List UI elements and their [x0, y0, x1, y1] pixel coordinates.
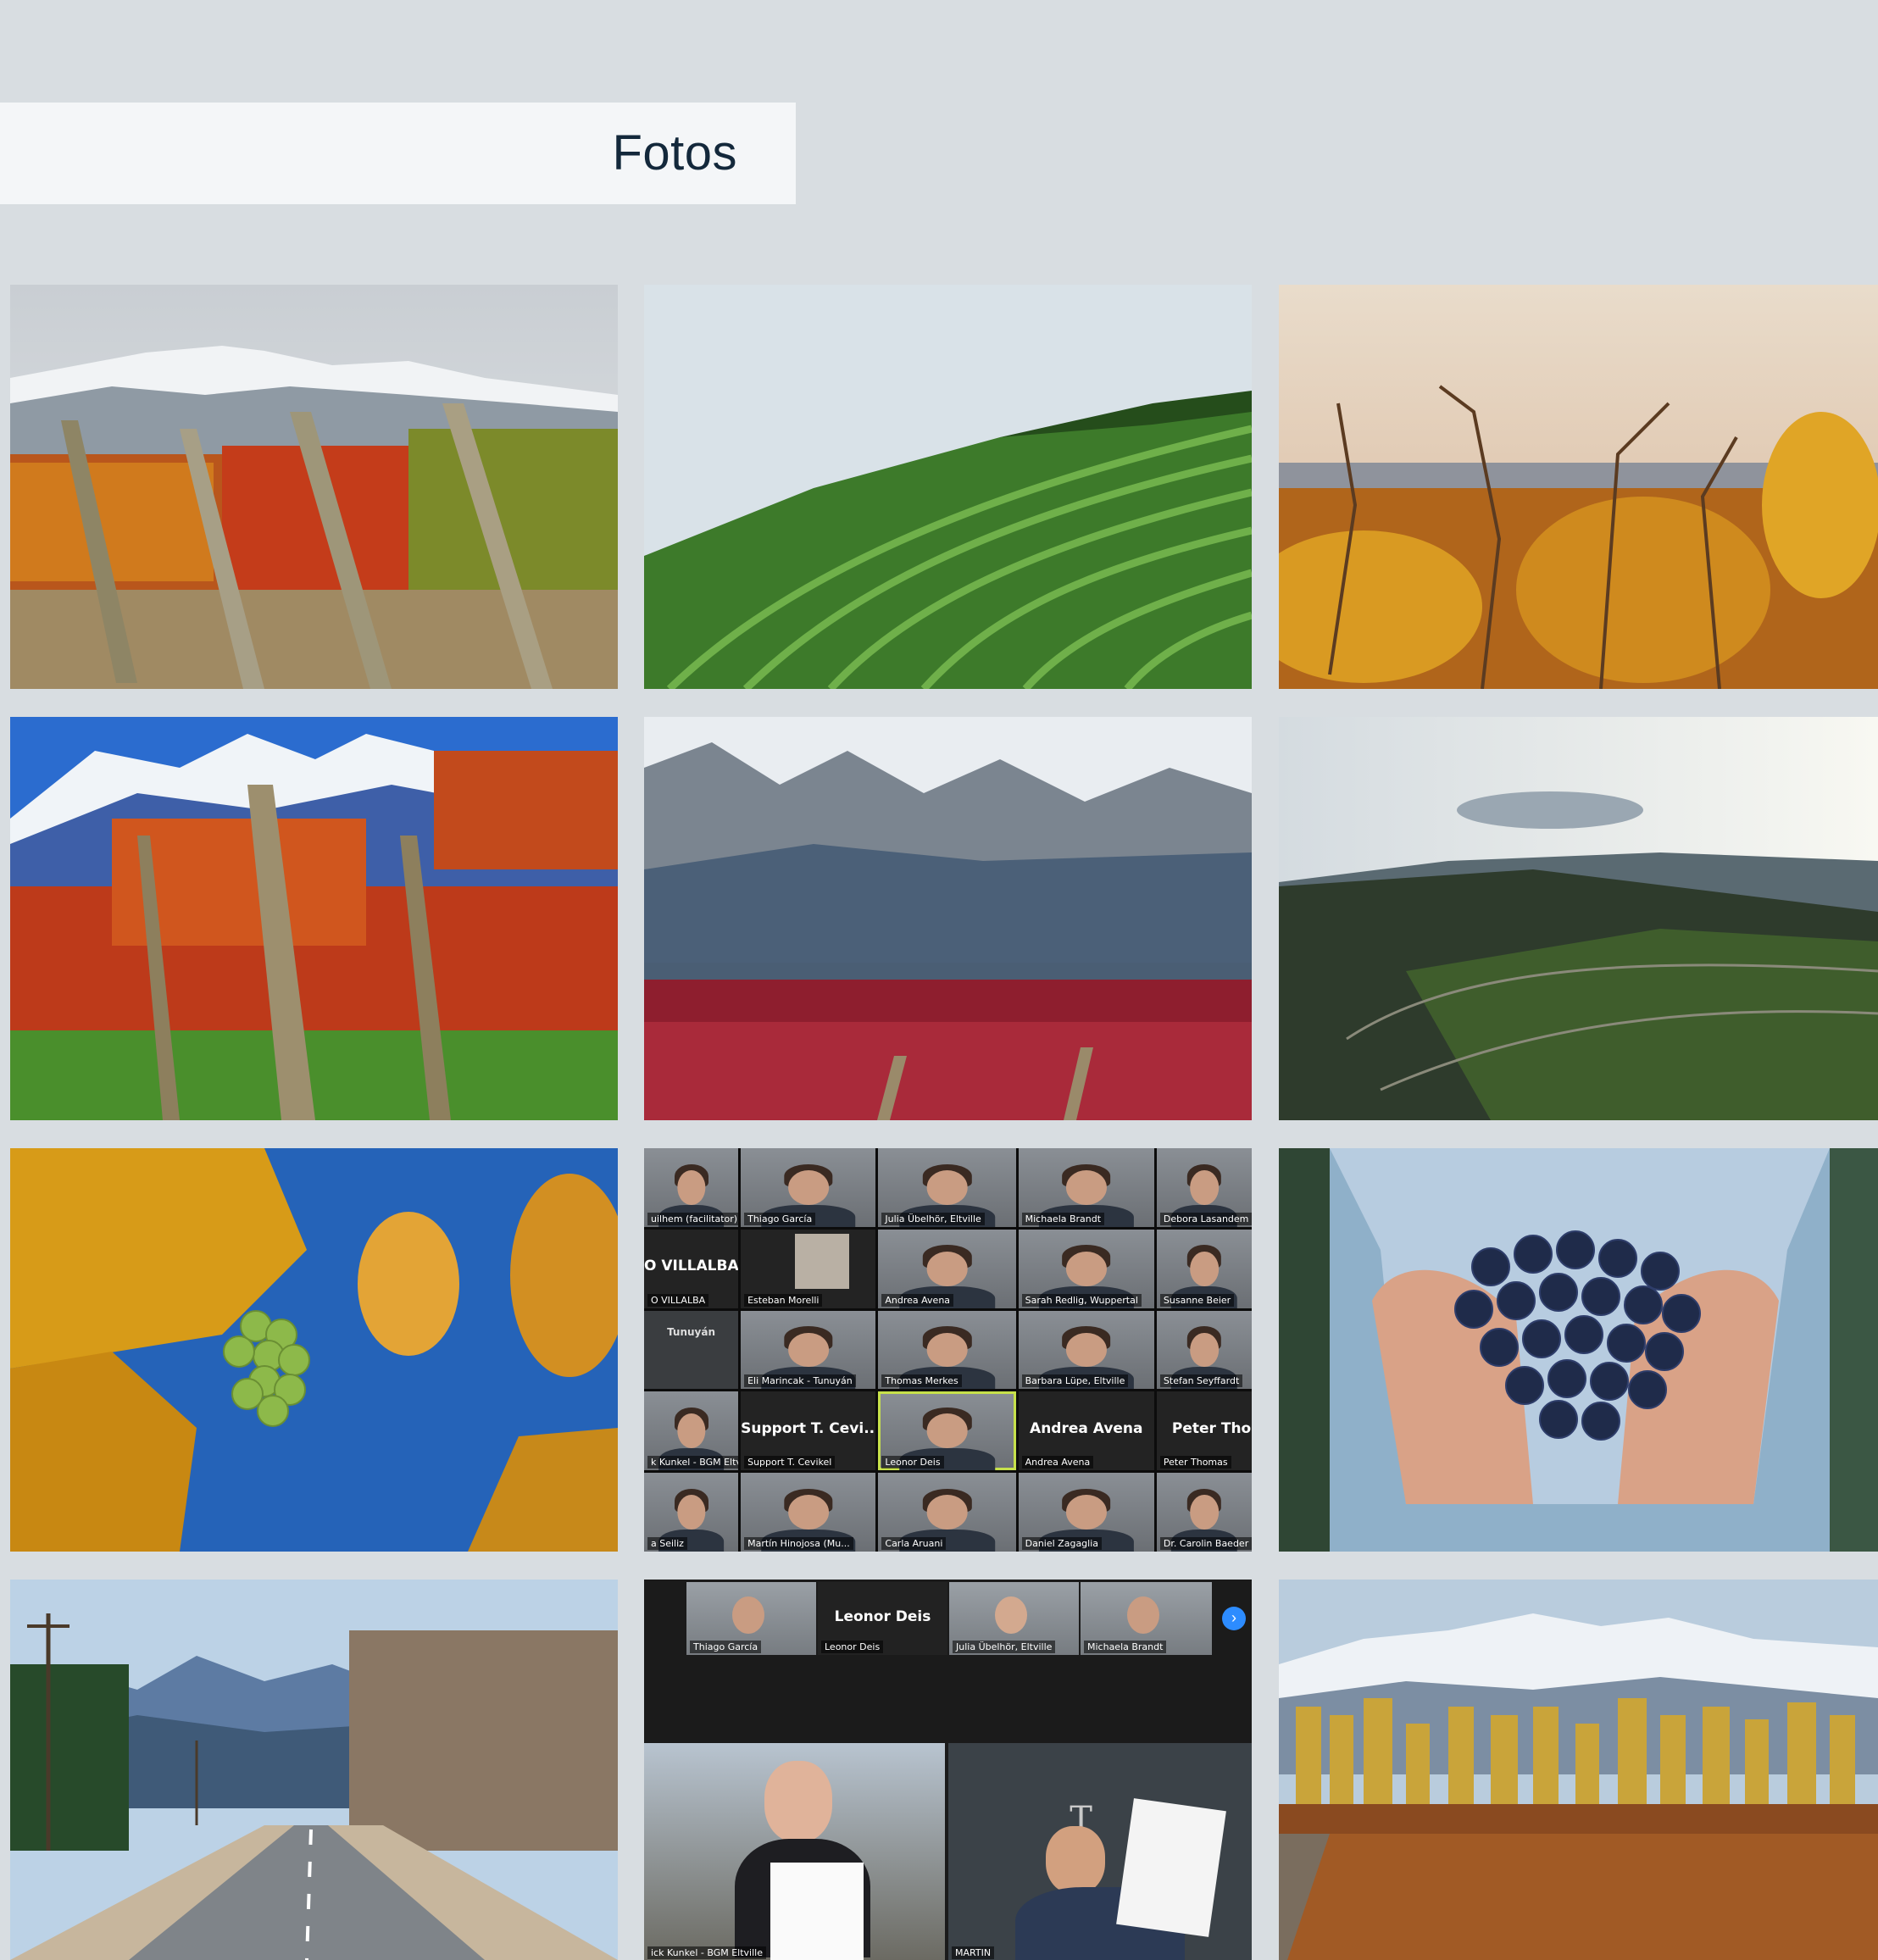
photo-green-vineyard-rows[interactable]: [644, 285, 1252, 689]
participant-name: Leonor Deis: [821, 1641, 884, 1653]
participant-name: Martín Hinojosa (Mu...: [744, 1537, 853, 1550]
photo-icon: [10, 1148, 618, 1552]
photo-snowy-mountains-red-vineyard[interactable]: [644, 717, 1252, 1120]
photo-icon: [644, 717, 1252, 1120]
participant-tile: Michaela Brandt: [1018, 1148, 1154, 1227]
participant-tile: Martín Hinojosa (Mu...: [741, 1473, 876, 1552]
photo-green-grapes-autumn-leaves[interactable]: [10, 1148, 618, 1552]
photo-hands-holding-grapes[interactable]: [1279, 1148, 1878, 1552]
speaker-video: T MARTIN: [948, 1743, 1252, 1960]
photo-icon: [10, 285, 618, 689]
participant-tile: uilhem (facilitator): [644, 1148, 739, 1227]
participant-name: Thomas Merkes: [881, 1374, 962, 1388]
photo-vine-sunset[interactable]: [1279, 285, 1878, 689]
photo-snowy-mountains-poplars-vineyard[interactable]: [1279, 1580, 1878, 1960]
chevron-right-icon[interactable]: ›: [1222, 1607, 1246, 1630]
participant-tile: Leonor Deis Leonor Deis: [818, 1582, 947, 1655]
participant-tile: Stefan Seyffardt: [1156, 1310, 1252, 1390]
participant-tile: Peter Thom Peter Thomas: [1156, 1391, 1252, 1471]
participant-name: Michaela Brandt: [1021, 1212, 1105, 1225]
participant-name: Daniel Zagaglia: [1021, 1537, 1103, 1550]
participant-name: Eli Marincak - Tunuyán: [744, 1374, 856, 1388]
participant-name: Susanne Beier: [1159, 1293, 1235, 1307]
photo-road-mountains[interactable]: [10, 1580, 618, 1960]
participant-name: Peter Thomas: [1159, 1456, 1231, 1469]
participant-name: Carla Aruani: [881, 1537, 947, 1550]
participant-tile: O VILLALBA O VILLALBA: [644, 1229, 739, 1308]
participant-tile: k Kunkel - BGM Eltv...: [644, 1391, 739, 1471]
page-title: Fotos: [612, 125, 737, 180]
photo-icon: [1279, 1148, 1878, 1552]
participant-name: Michaela Brandt: [1084, 1641, 1167, 1653]
participant-big-name: Peter Thom: [1171, 1419, 1252, 1437]
participant-tile: Julia Übelhör, Eltville: [949, 1582, 1079, 1655]
participant-tile: Tunuyán: [644, 1310, 739, 1390]
participant-tile: Carla Aruani: [878, 1473, 1016, 1552]
participant-tile: Esteban Morelli: [741, 1229, 876, 1308]
participant-name: Dr. Carolin Baeder: [1159, 1537, 1252, 1550]
conference-grid: uilhem (facilitator) Thiago García Julia…: [644, 1148, 1252, 1552]
photo-icon: [1279, 285, 1878, 689]
participant-tile: Susanne Beier: [1156, 1229, 1252, 1308]
participant-name: k Kunkel - BGM Eltv...: [647, 1456, 739, 1469]
participant-name: Barbara Lüpe, Eltville: [1021, 1374, 1129, 1388]
participant-tile-active-speaker: Leonor Deis: [878, 1391, 1016, 1471]
participant-tile: Eli Marincak - Tunuyán: [741, 1310, 876, 1390]
participant-big-name: Support T. Cevi...: [741, 1419, 876, 1437]
photo-aerial-vineyard-hills[interactable]: [1279, 717, 1878, 1120]
participant-tile: Barbara Lüpe, Eltville: [1018, 1310, 1154, 1390]
photo-vineyard-autumn-andes[interactable]: [10, 285, 618, 689]
participant-name: Debora Lasandem: [1159, 1212, 1252, 1225]
participant-name: Julia Übelhör, Eltville: [881, 1212, 985, 1225]
photo-video-conference-signing[interactable]: Thiago García Leonor Deis Leonor Deis Ju…: [644, 1580, 1252, 1960]
participant-tile: Michaela Brandt: [1081, 1582, 1212, 1655]
speaker-video: ick Kunkel - BGM Eltville: [644, 1743, 945, 1960]
participant-tile: Dr. Carolin Baeder: [1156, 1473, 1252, 1552]
participant-name: Andrea Avena: [881, 1293, 954, 1307]
participant-tile: a Seiliz: [644, 1473, 739, 1552]
photo-icon: [10, 717, 618, 1120]
participant-name: Thiago García: [690, 1641, 762, 1653]
participant-big-name: Leonor Deis: [834, 1607, 931, 1625]
participant-tile: Andrea Avena Andrea Avena: [1018, 1391, 1154, 1471]
title-bar: Fotos: [0, 103, 796, 204]
photo-icon: [1279, 717, 1878, 1120]
participant-name: Sarah Redlig, Wuppertal: [1021, 1293, 1142, 1307]
participant-big-name: Andrea Avena: [1030, 1419, 1143, 1437]
participant-name: Andrea Avena: [1021, 1456, 1094, 1469]
participant-tile: Andrea Avena: [878, 1229, 1016, 1308]
participant-name: O VILLALBA: [647, 1293, 709, 1307]
participant-big-name: O VILLALBA: [644, 1258, 739, 1275]
participant-name: Support T. Cevikel: [744, 1456, 836, 1469]
participant-name: Stefan Seyffardt: [1159, 1374, 1243, 1388]
participant-name: uilhem (facilitator): [647, 1212, 739, 1225]
participant-tile: Thiago García: [741, 1148, 876, 1227]
participant-tile: Sarah Redlig, Wuppertal: [1018, 1229, 1154, 1308]
participant-name: Esteban Morelli: [744, 1293, 823, 1307]
photo-video-conference-grid[interactable]: uilhem (facilitator) Thiago García Julia…: [644, 1148, 1252, 1552]
participant-name: ick Kunkel - BGM Eltville: [647, 1946, 766, 1959]
participant-tile: Julia Übelhör, Eltville: [878, 1148, 1016, 1227]
photo-icon: [1279, 1580, 1878, 1960]
participant-name: Thiago García: [744, 1212, 816, 1225]
participant-name: MARTIN: [952, 1946, 995, 1959]
photo-icon: [10, 1580, 618, 1960]
participant-tile: Daniel Zagaglia: [1018, 1473, 1154, 1552]
participant-tile: Thiago García: [686, 1582, 816, 1655]
conference-thumbnail-strip: Thiago García Leonor Deis Leonor Deis Ju…: [644, 1580, 1252, 1743]
participant-name: Leonor Deis: [881, 1456, 944, 1469]
participant-tile: Thomas Merkes: [878, 1310, 1016, 1390]
logo-text: Tunuyán: [667, 1326, 716, 1339]
photo-icon: [644, 285, 1252, 689]
participant-name: a Seiliz: [647, 1537, 687, 1550]
participant-tile: Support T. Cevi... Support T. Cevikel: [741, 1391, 876, 1471]
participant-tile: Debora Lasandem: [1156, 1148, 1252, 1227]
participant-name: Julia Übelhör, Eltville: [953, 1641, 1056, 1653]
photo-red-vineyard-blue-mountains[interactable]: [10, 717, 618, 1120]
